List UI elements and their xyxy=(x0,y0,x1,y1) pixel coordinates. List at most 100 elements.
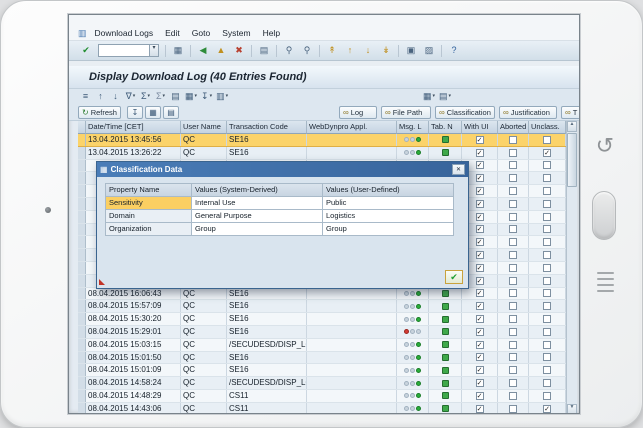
row-selector[interactable] xyxy=(78,160,86,172)
with-ui-checkbox[interactable]: ✓ xyxy=(476,200,484,208)
print-button[interactable]: ▤ xyxy=(168,90,183,103)
aborted-checkbox[interactable] xyxy=(509,213,517,221)
find-next-icon[interactable]: ⚲ xyxy=(299,46,315,55)
classification-button[interactable]: ∞ Classification xyxy=(435,106,495,119)
row-selector[interactable] xyxy=(78,364,86,376)
table-row[interactable]: 08.04.2015 16:06:43QCSE16✓ xyxy=(78,288,577,301)
aborted-checkbox[interactable] xyxy=(509,315,517,323)
unclass-checkbox[interactable] xyxy=(543,315,551,323)
aborted-checkbox[interactable] xyxy=(509,302,517,310)
log-button[interactable]: ∞ Log xyxy=(339,106,377,119)
column-header[interactable]: WebDynpro Appl. xyxy=(307,121,397,134)
table-row[interactable]: 08.04.2015 14:48:29QCCS11✓ xyxy=(78,390,577,403)
exit-icon[interactable]: ▲ xyxy=(213,46,229,55)
row-selector[interactable] xyxy=(78,236,86,248)
details-button[interactable]: ≡ xyxy=(78,90,93,103)
with-ui-checkbox[interactable]: ✓ xyxy=(476,251,484,259)
unclass-checkbox[interactable] xyxy=(543,328,551,336)
with-ui-checkbox[interactable]: ✓ xyxy=(476,149,484,157)
row-selector[interactable] xyxy=(78,288,86,300)
aborted-checkbox[interactable] xyxy=(509,366,517,374)
with-ui-checkbox[interactable]: ✓ xyxy=(476,213,484,221)
toolbar-icon-button[interactable]: ▦ xyxy=(145,106,161,119)
aborted-checkbox[interactable] xyxy=(509,392,517,400)
menu-item-system[interactable]: System xyxy=(222,28,250,38)
unclass-checkbox[interactable] xyxy=(543,225,551,233)
with-ui-checkbox[interactable]: ✓ xyxy=(476,405,484,413)
property-cell[interactable]: Organization xyxy=(106,223,192,236)
toolbar-icon-button[interactable]: ▤ xyxy=(163,106,179,119)
table-row[interactable]: 08.04.2015 15:01:50QCSE16✓ xyxy=(78,352,577,365)
property-cell[interactable]: Sensitivity xyxy=(106,197,192,210)
row-selector[interactable] xyxy=(78,147,86,159)
row-selector[interactable] xyxy=(78,198,86,210)
aborted-checkbox[interactable] xyxy=(509,149,517,157)
table-row[interactable]: 08.04.2015 15:03:15QC/SECUDESD/DISP_LOG✓ xyxy=(78,339,577,352)
row-selector[interactable] xyxy=(78,339,86,351)
dialog-row[interactable]: SensitivityInternal UsePublic xyxy=(106,197,454,210)
row-selector[interactable] xyxy=(78,211,86,223)
with-ui-checkbox[interactable]: ✓ xyxy=(476,277,484,285)
row-selector[interactable] xyxy=(78,403,86,414)
with-ui-checkbox[interactable]: ✓ xyxy=(476,225,484,233)
unclass-checkbox[interactable] xyxy=(543,213,551,221)
unclass-checkbox[interactable] xyxy=(543,366,551,374)
table-row[interactable]: 08.04.2015 15:01:09QCSE16✓ xyxy=(78,364,577,377)
aborted-checkbox[interactable] xyxy=(509,174,517,182)
refresh-button[interactable]: ↻ Refresh xyxy=(78,106,121,119)
table-row[interactable]: 13.04.2015 13:26:22QCSE16✓✓ xyxy=(78,147,577,160)
row-selector[interactable] xyxy=(78,300,86,312)
last-page-icon[interactable]: ↡ xyxy=(378,46,394,55)
with-ui-checkbox[interactable]: ✓ xyxy=(476,238,484,246)
unclass-checkbox[interactable] xyxy=(543,136,551,144)
aborted-checkbox[interactable] xyxy=(509,353,517,361)
aborted-checkbox[interactable] xyxy=(509,289,517,297)
menu-icon[interactable]: ▥ xyxy=(78,29,87,38)
prev-page-icon[interactable]: ↑ xyxy=(342,46,358,55)
row-selector[interactable] xyxy=(78,249,86,261)
with-ui-checkbox[interactable]: ✓ xyxy=(476,328,484,336)
column-header[interactable]: Unclass. xyxy=(529,121,566,134)
with-ui-checkbox[interactable]: ✓ xyxy=(476,302,484,310)
with-ui-checkbox[interactable]: ✓ xyxy=(476,161,484,169)
row-selector[interactable] xyxy=(78,313,86,325)
aborted-checkbox[interactable] xyxy=(509,379,517,387)
views-button[interactable]: ▦▾ xyxy=(183,90,199,103)
with-ui-checkbox[interactable]: ✓ xyxy=(476,264,484,272)
dialog-close-button[interactable]: ✕ xyxy=(452,164,465,175)
aborted-checkbox[interactable] xyxy=(509,405,517,413)
unclass-checkbox[interactable] xyxy=(543,264,551,272)
aborted-checkbox[interactable] xyxy=(509,277,517,285)
file-path-button[interactable]: ∞ File Path xyxy=(381,106,431,119)
row-selector[interactable] xyxy=(78,275,86,287)
aborted-checkbox[interactable] xyxy=(509,161,517,169)
table-row[interactable]: 08.04.2015 14:58:24QC/SECUDESD/DISP_LOG✓ xyxy=(78,377,577,390)
dropdown-caret-icon[interactable]: ▾ xyxy=(150,44,159,57)
aborted-checkbox[interactable] xyxy=(509,136,517,144)
table-row[interactable]: 08.04.2015 15:30:20QCSE16✓ xyxy=(78,313,577,326)
unclass-checkbox[interactable] xyxy=(543,238,551,246)
column-header[interactable]: Tab. N xyxy=(429,121,462,134)
row-selector[interactable] xyxy=(78,262,86,274)
row-selector[interactable] xyxy=(78,377,86,389)
dialog-row[interactable]: OrganizationGroupGroup xyxy=(106,223,454,236)
dialog-row[interactable]: DomainGeneral PurposeLogistics xyxy=(106,210,454,223)
with-ui-checkbox[interactable]: ✓ xyxy=(476,353,484,361)
unclass-checkbox[interactable]: ✓ xyxy=(543,405,551,413)
sort-descending-button[interactable]: ↓ xyxy=(108,90,123,103)
with-ui-checkbox[interactable]: ✓ xyxy=(476,379,484,387)
next-page-icon[interactable]: ↓ xyxy=(360,46,376,55)
column-header[interactable]: Transaction Code xyxy=(227,121,307,134)
table-row[interactable]: 08.04.2015 15:29:01QCSE16✓ xyxy=(78,326,577,339)
aborted-checkbox[interactable] xyxy=(509,341,517,349)
scroll-up-icon[interactable]: ▲ xyxy=(567,121,577,132)
export-button[interactable]: ↧▾ xyxy=(199,90,214,103)
dialog-title-bar[interactable]: ▦ Classification Data ✕ xyxy=(97,162,468,177)
menu-item-edit[interactable]: Edit xyxy=(165,28,180,38)
unclass-checkbox[interactable] xyxy=(543,277,551,285)
column-header[interactable]: User Name xyxy=(181,121,227,134)
choose-layout-button[interactable]: ▦▾ xyxy=(421,90,437,103)
column-header[interactable]: Date/Time [CET] xyxy=(86,121,181,134)
unclass-checkbox[interactable] xyxy=(543,174,551,182)
unclass-checkbox[interactable] xyxy=(543,353,551,361)
